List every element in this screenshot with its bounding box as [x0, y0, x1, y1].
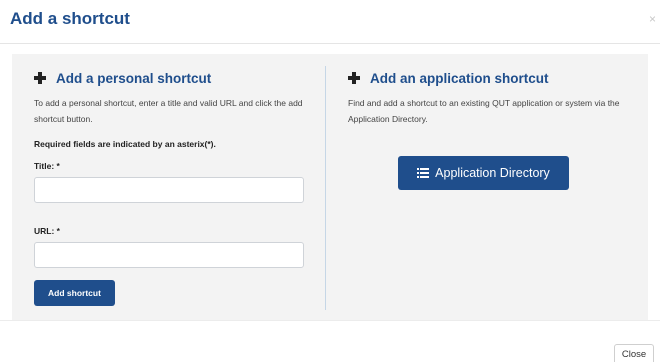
modal-footer: Close — [0, 320, 660, 362]
dialog-title: Add a shortcut — [10, 9, 130, 28]
url-input[interactable] — [34, 242, 304, 268]
title-input[interactable] — [34, 177, 304, 203]
title-label: Title: * — [34, 161, 60, 171]
close-button[interactable]: Close — [614, 344, 654, 362]
personal-shortcut-description: To add a personal shortcut, enter a titl… — [34, 98, 303, 124]
required-fields-note: Required fields are indicated by an aste… — [34, 139, 216, 149]
shortcut-panel: Add a personal shortcut To add a persona… — [12, 54, 648, 320]
personal-shortcut-section: Add a personal shortcut To add a persona… — [34, 68, 304, 306]
list-icon — [417, 168, 430, 178]
application-shortcut-heading-text: Add an application shortcut — [370, 70, 549, 86]
close-x-icon[interactable]: × — [649, 12, 656, 26]
personal-shortcut-heading-text: Add a personal shortcut — [56, 70, 212, 86]
application-shortcut-heading: Add an application shortcut — [348, 68, 638, 88]
url-label: URL: * — [34, 226, 60, 236]
section-divider — [325, 66, 326, 310]
add-shortcut-button[interactable]: Add shortcut — [34, 280, 115, 306]
personal-shortcut-heading: Add a personal shortcut — [34, 68, 304, 88]
application-directory-button[interactable]: Application Directory — [398, 156, 569, 190]
application-directory-label: Application Directory — [435, 166, 550, 180]
modal-body: Add a personal shortcut To add a persona… — [0, 44, 660, 320]
application-shortcut-description: Find and add a shortcut to an existing Q… — [348, 98, 620, 124]
plus-icon — [348, 72, 360, 84]
plus-icon — [34, 72, 46, 84]
modal-header: Add a shortcut × — [0, 0, 660, 44]
application-shortcut-section: Add an application shortcut Find and add… — [348, 68, 638, 190]
